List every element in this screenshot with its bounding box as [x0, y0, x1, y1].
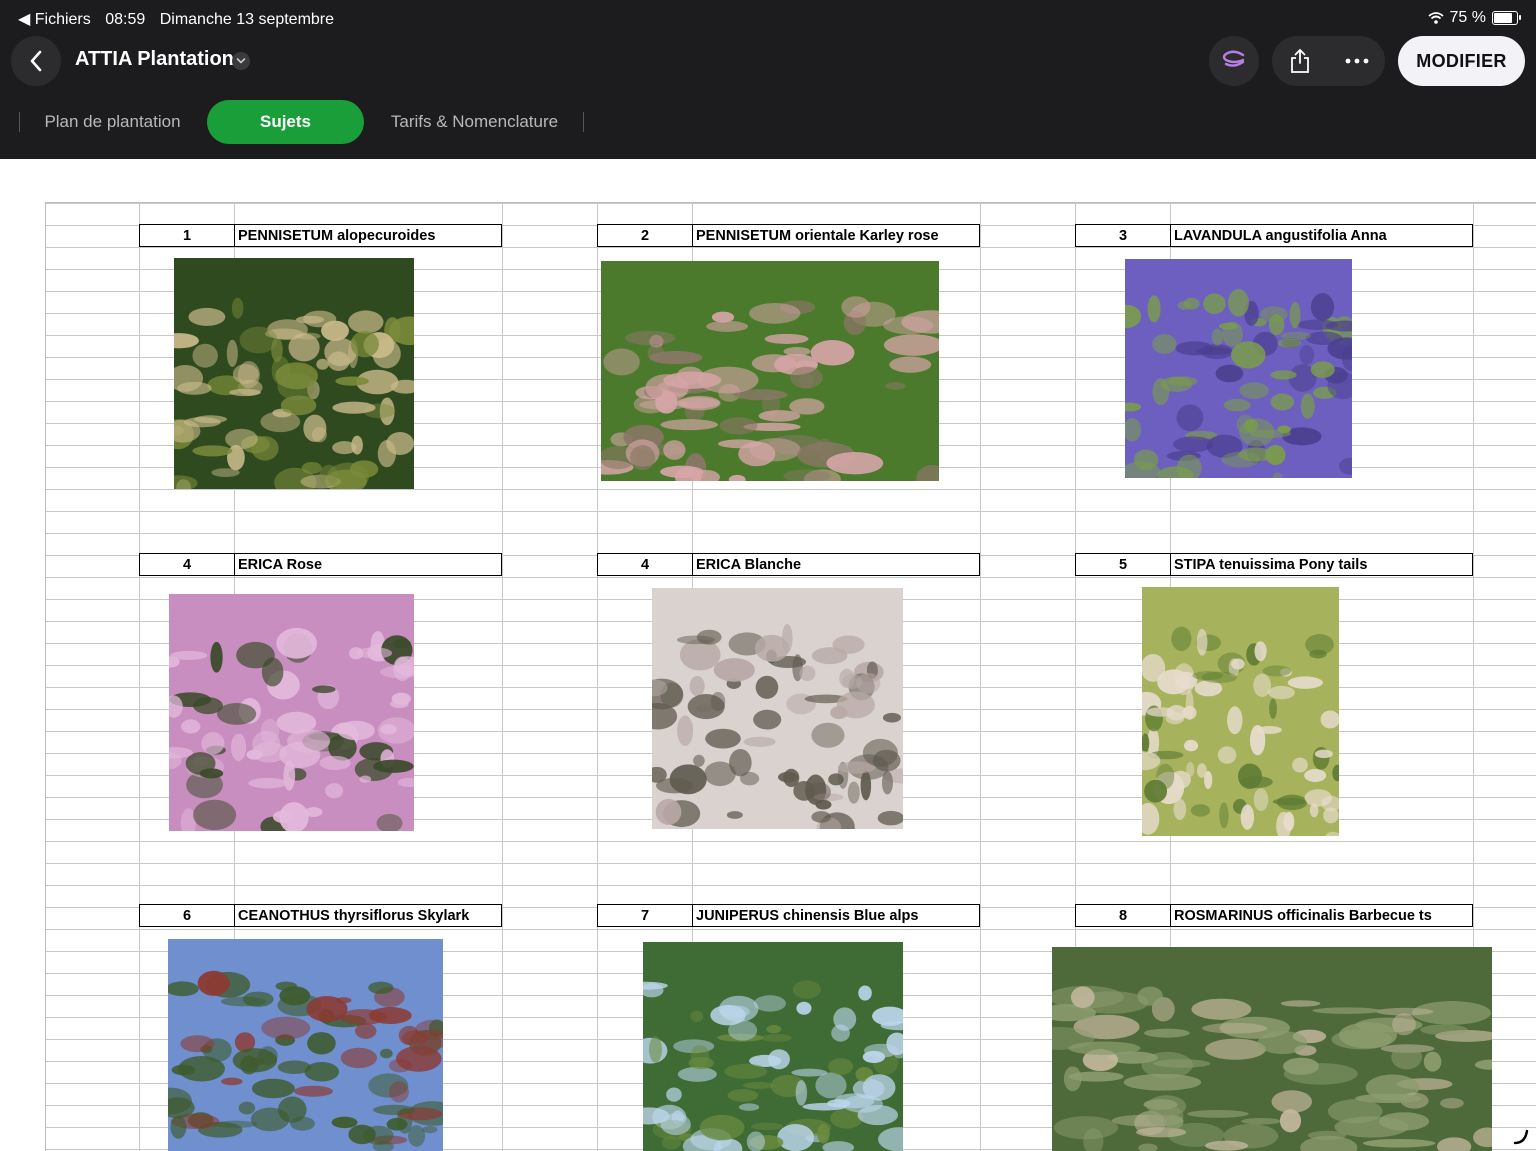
plant-number: 2 [598, 225, 693, 246]
back-button[interactable] [11, 36, 61, 86]
plant-name: ERICA Blanche [696, 556, 802, 573]
plant-label[interactable]: 4 ERICA Rose [139, 553, 502, 576]
plant-number: 8 [1076, 905, 1171, 926]
spreadsheet-canvas[interactable]: 1 PENNISETUM alopecuroides 2 PENNISETUM … [0, 159, 1536, 1151]
plant-name: LAVANDULA angustifolia Anna [1174, 227, 1387, 244]
plant-name: JUNIPERUS chinensis Blue alps [696, 907, 919, 924]
wifi-icon [1427, 12, 1444, 24]
collaboration-icon [1222, 50, 1245, 67]
plant-image [168, 939, 443, 1151]
column-line [139, 202, 140, 1151]
chevron-down-icon [236, 58, 246, 64]
chevron-left-icon [30, 50, 42, 72]
plant-name: CEANOTHUS thyrsiflorus Skylark [238, 907, 470, 924]
status-bar: ◀ Fichiers 08:59 Dimanche 13 septembre [18, 9, 344, 29]
document-title[interactable]: ATTIA Plantation [75, 48, 234, 71]
plant-photo[interactable] [174, 258, 414, 489]
tab-sujets[interactable]: Sujets [207, 100, 364, 144]
more-icon [1345, 58, 1369, 64]
plant-photo[interactable] [643, 942, 903, 1151]
column-line [980, 202, 981, 1151]
plant-name: PENNISETUM orientale Karley rose [696, 227, 939, 244]
modify-button[interactable]: MODIFIER [1398, 36, 1525, 86]
app-header: ◀ Fichiers 08:59 Dimanche 13 septembre 7… [0, 0, 1536, 159]
column-line [502, 202, 503, 1151]
plant-label[interactable]: 7 JUNIPERUS chinensis Blue alps [597, 904, 980, 927]
plant-number: 3 [1076, 225, 1171, 246]
battery-percent: 75 % [1449, 9, 1486, 26]
plant-label[interactable]: 4 ERICA Blanche [597, 553, 980, 576]
plant-photo[interactable] [601, 261, 939, 481]
plant-photo[interactable] [169, 594, 414, 831]
sheet-tabs: Plan de plantation Sujets Tarifs & Nomen… [0, 100, 800, 144]
plant-number: 5 [1076, 554, 1171, 575]
back-to-files-link[interactable]: ◀ Fichiers [18, 11, 91, 28]
plant-number: 7 [598, 905, 693, 926]
plant-photo[interactable] [168, 939, 443, 1151]
share-button[interactable] [1272, 48, 1329, 74]
plant-label[interactable]: 5 STIPA tenuissima Pony tails [1075, 553, 1473, 576]
plant-photo[interactable] [1052, 947, 1492, 1151]
plant-name: PENNISETUM alopecuroides [238, 227, 436, 244]
share-icon [1291, 48, 1310, 73]
tab-divider [19, 112, 20, 132]
plant-number: 1 [140, 225, 235, 246]
plant-label[interactable]: 2 PENNISETUM orientale Karley rose [597, 224, 980, 247]
plant-image [1125, 259, 1352, 478]
plant-label[interactable]: 6 CEANOTHUS thyrsiflorus Skylark [139, 904, 502, 927]
battery-icon [1492, 11, 1521, 25]
plant-image [643, 942, 903, 1151]
plant-label[interactable]: 1 PENNISETUM alopecuroides [139, 224, 502, 247]
title-menu-button[interactable] [232, 52, 250, 70]
plant-photo[interactable] [1142, 587, 1339, 836]
plant-number: 4 [598, 554, 693, 575]
tab-plan-de-plantation[interactable]: Plan de plantation [30, 100, 195, 144]
tab-tarifs-nomenclature[interactable]: Tarifs & Nomenclature [375, 100, 574, 144]
plant-image [601, 261, 939, 481]
plant-name: ERICA Rose [238, 556, 323, 573]
status-date: Dimanche 13 septembre [159, 11, 335, 28]
plant-image [1052, 947, 1492, 1151]
plant-label[interactable]: 3 LAVANDULA angustifolia Anna [1075, 224, 1473, 247]
column-line [597, 202, 598, 1151]
plant-image [169, 594, 414, 831]
plant-image [174, 258, 414, 489]
plant-name: ROSMARINUS officinalis Barbecue ts [1174, 907, 1432, 924]
plant-label[interactable]: 8 ROSMARINUS officinalis Barbecue ts [1075, 904, 1473, 927]
status-time: 08:59 [105, 11, 146, 28]
resize-handle-icon[interactable] [1512, 1127, 1530, 1145]
actions-group [1272, 36, 1385, 86]
status-indicators: 75 % [1427, 9, 1521, 27]
tab-divider [583, 112, 584, 132]
plant-photo[interactable] [1125, 259, 1352, 478]
collaborate-button[interactable] [1209, 36, 1259, 86]
plant-photo[interactable] [652, 588, 903, 829]
plant-number: 6 [140, 905, 235, 926]
more-button[interactable] [1329, 58, 1386, 64]
plant-image [1142, 587, 1339, 836]
plant-name: STIPA tenuissima Pony tails [1174, 556, 1368, 573]
plant-image [652, 588, 903, 829]
plant-number: 4 [140, 554, 235, 575]
